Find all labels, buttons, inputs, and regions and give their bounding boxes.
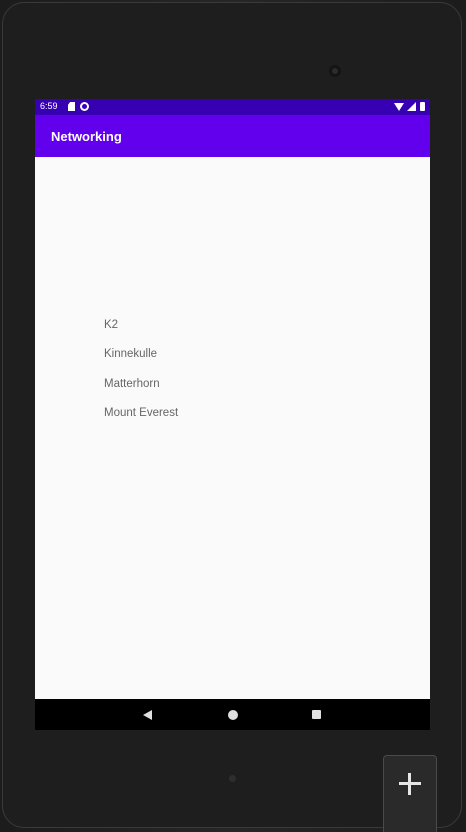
plus-icon — [399, 773, 421, 795]
status-time: 6:59 — [40, 101, 58, 111]
app-screen: 6:59 Networking K2 Kinnekulle Matterhorn… — [35, 99, 430, 730]
recents-icon — [312, 710, 321, 719]
recents-button[interactable] — [297, 699, 337, 730]
emulator-add-button[interactable] — [383, 755, 437, 832]
sd-card-icon — [68, 102, 75, 111]
mountain-list: K2 Kinnekulle Matterhorn Mount Everest — [104, 319, 178, 437]
back-icon — [143, 710, 152, 720]
status-bar: 6:59 — [35, 99, 430, 115]
wifi-icon — [394, 103, 404, 111]
page-title: Networking — [51, 129, 122, 144]
navigation-bar — [35, 699, 430, 730]
home-button[interactable] — [213, 699, 253, 730]
signal-icon — [407, 102, 416, 111]
list-item[interactable]: Matterhorn — [104, 378, 178, 407]
sensor-icon — [229, 775, 236, 782]
device-frame: 6:59 Networking K2 Kinnekulle Matterhorn… — [0, 0, 466, 832]
list-item[interactable]: K2 — [104, 319, 178, 348]
app-bar: Networking — [35, 115, 430, 157]
battery-icon — [420, 102, 425, 111]
front-camera-icon — [329, 65, 341, 77]
back-button[interactable] — [128, 699, 168, 730]
home-icon — [228, 710, 238, 720]
list-item[interactable]: Mount Everest — [104, 407, 178, 436]
list-item[interactable]: Kinnekulle — [104, 348, 178, 377]
sync-icon — [80, 102, 89, 111]
